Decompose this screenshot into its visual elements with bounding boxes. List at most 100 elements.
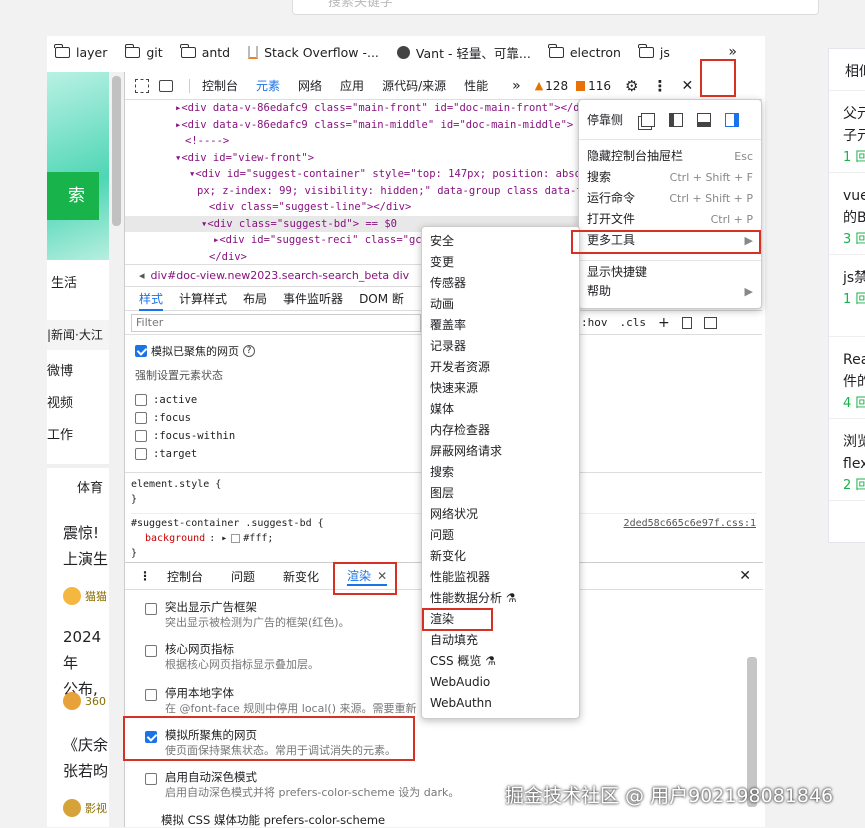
- state-checkbox[interactable]: [135, 448, 147, 460]
- rendering-option-checkbox[interactable]: [145, 645, 157, 657]
- warning-icon[interactable]: ▲: [535, 79, 543, 92]
- similar-item[interactable]: Rea 件的 4 回: [829, 337, 865, 419]
- state-checkbox[interactable]: [135, 394, 147, 406]
- more-tools-item[interactable]: 变更: [422, 252, 579, 273]
- styles-tab[interactable]: 样式: [139, 287, 164, 311]
- search-button[interactable]: 索: [47, 172, 99, 220]
- bookmark-item[interactable]: antd: [180, 43, 230, 60]
- nav-life[interactable]: 生活: [51, 272, 77, 291]
- close-drawer-icon[interactable]: ✕: [739, 568, 751, 584]
- customize-menu-item[interactable]: 打开文件 Ctrl + P: [579, 209, 761, 230]
- more-tools-item[interactable]: 动画: [422, 294, 579, 315]
- rendering-option-checkbox[interactable]: [145, 689, 157, 701]
- styles-tab[interactable]: 事件监听器: [283, 287, 343, 311]
- news-card-2[interactable]: 2024年 公布,: [63, 624, 109, 702]
- customize-menu-item[interactable]: 显示快捷键: [579, 260, 761, 281]
- devtools-tab[interactable]: 元素: [256, 77, 280, 94]
- sidebar-toggle-icon[interactable]: [703, 316, 717, 329]
- tabs-more-icon[interactable]: »: [512, 78, 521, 94]
- bookmarks-more-icon[interactable]: »: [728, 44, 737, 60]
- undock-icon[interactable]: [641, 112, 656, 127]
- settings-gear-icon[interactable]: ⚙: [625, 77, 638, 95]
- styles-tab[interactable]: 计算样式: [179, 287, 227, 311]
- dock-left-icon[interactable]: [669, 112, 684, 127]
- customize-menu-item[interactable]: 运行命令 Ctrl + Shift + P: [579, 188, 761, 209]
- devtools-tab[interactable]: 源代码/来源: [382, 77, 446, 94]
- more-tools-item[interactable]: 屏蔽网络请求: [422, 441, 579, 462]
- bookmark-item[interactable]: git: [124, 43, 163, 60]
- more-tools-item[interactable]: 性能数据分析 ⚗: [422, 588, 579, 609]
- rule-selector[interactable]: #suggest-container .suggest-bd {: [131, 516, 324, 531]
- scroll-thumb[interactable]: [112, 76, 121, 226]
- device-toggle-icon[interactable]: [159, 79, 173, 92]
- hov-toggle[interactable]: :hov: [581, 316, 608, 329]
- devtools-tab[interactable]: 网络: [298, 77, 322, 94]
- similar-item[interactable]: 浏览 flex 2 回: [829, 419, 865, 501]
- similar-item[interactable]: 父元 子元 1 回: [829, 91, 865, 173]
- styles-tab[interactable]: 布局: [243, 287, 267, 311]
- similar-item[interactable]: vue 的B 3 回: [829, 173, 865, 255]
- devtools-tab[interactable]: 性能: [464, 77, 488, 94]
- customize-menu-item[interactable]: 搜索 Ctrl + Shift + F: [579, 167, 761, 188]
- devtools-tab[interactable]: 控制台: [202, 77, 238, 94]
- news-card-1[interactable]: 震惊! 上演生: [63, 520, 108, 572]
- bookmark-item[interactable]: layer: [54, 43, 107, 60]
- rule-value[interactable]: #fff;: [243, 531, 273, 546]
- more-tools-item[interactable]: 图层: [422, 483, 579, 504]
- cls-toggle[interactable]: .cls: [620, 316, 647, 329]
- left-link[interactable]: 视频: [47, 392, 73, 424]
- rendering-option-checkbox[interactable]: [145, 773, 157, 785]
- customize-menu-item[interactable]: 隐藏控制台抽屉栏 Esc: [579, 146, 761, 167]
- bookmark-item[interactable]: Vant - 轻量、可靠...: [396, 43, 531, 62]
- drawer-tab[interactable]: 问题: [231, 568, 255, 585]
- bookmark-item[interactable]: Stack Overflow -...: [248, 45, 379, 60]
- warning-count[interactable]: 128: [545, 79, 568, 93]
- more-tools-item[interactable]: 问题: [422, 525, 579, 546]
- more-tools-item[interactable]: 自动填充: [422, 630, 579, 651]
- more-tools-item[interactable]: WebAudio: [422, 672, 579, 693]
- more-tools-item[interactable]: WebAuthn: [422, 693, 579, 714]
- issue-icon[interactable]: [576, 80, 586, 91]
- inspect-icon[interactable]: [135, 78, 149, 93]
- help-icon[interactable]: ?: [243, 345, 255, 357]
- more-tools-item[interactable]: 性能监视器: [422, 567, 579, 588]
- rendering-option-checkbox[interactable]: [145, 603, 157, 615]
- rule-source-link[interactable]: 2ded58c665c6e97f.css:1: [624, 516, 756, 531]
- page-scrollbar[interactable]: [109, 72, 124, 827]
- rule-property[interactable]: background: [145, 531, 205, 546]
- devtools-tab[interactable]: 应用: [340, 77, 364, 94]
- add-rule-icon[interactable]: +: [658, 315, 670, 331]
- bookmark-item[interactable]: electron: [548, 43, 621, 60]
- more-tools-item[interactable]: 搜索: [422, 462, 579, 483]
- news-bar[interactable]: |新闻·大江: [47, 320, 109, 350]
- close-devtools-icon[interactable]: ✕: [681, 78, 693, 94]
- top-search-box[interactable]: 搜索关键字: [292, 0, 819, 15]
- state-checkbox[interactable]: [135, 430, 147, 442]
- drawer-tab[interactable]: 控制台: [167, 568, 203, 585]
- bookmark-item[interactable]: js: [638, 43, 670, 60]
- chevron-left-icon[interactable]: ◂: [139, 269, 145, 282]
- customize-menu-item[interactable]: 帮助 ▶: [579, 281, 761, 302]
- more-tools-item[interactable]: 开发者资源: [422, 357, 579, 378]
- emulate-focus-checkbox[interactable]: [135, 345, 147, 357]
- state-checkbox[interactable]: [135, 412, 147, 424]
- more-tools-item[interactable]: 记录器: [422, 336, 579, 357]
- left-link[interactable]: 微博: [47, 360, 73, 392]
- tab-sports[interactable]: 体育: [77, 477, 103, 496]
- drawer-tab[interactable]: 新变化: [283, 568, 319, 585]
- more-tools-item[interactable]: 覆盖率: [422, 315, 579, 336]
- paint-icon[interactable]: [681, 316, 692, 329]
- more-tools-item[interactable]: 新变化: [422, 546, 579, 567]
- color-swatch[interactable]: [231, 534, 241, 543]
- similar-item[interactable]: js禁 1 回: [829, 255, 865, 337]
- news-card-3[interactable]: 《庆余 张若昀: [63, 732, 108, 784]
- dock-right-icon[interactable]: [725, 112, 740, 127]
- drawer-menu-icon[interactable]: ⋮: [139, 569, 151, 583]
- dock-bottom-icon[interactable]: [697, 112, 712, 127]
- styles-filter-input[interactable]: [131, 313, 421, 332]
- more-tools-item[interactable]: 媒体: [422, 399, 579, 420]
- more-tools-item[interactable]: CSS 概览 ⚗: [422, 651, 579, 672]
- more-tools-item[interactable]: 传感器: [422, 273, 579, 294]
- breadcrumb-path[interactable]: div#doc-view.new2023.search-search_beta …: [151, 269, 410, 282]
- more-tools-item[interactable]: 快速来源: [422, 378, 579, 399]
